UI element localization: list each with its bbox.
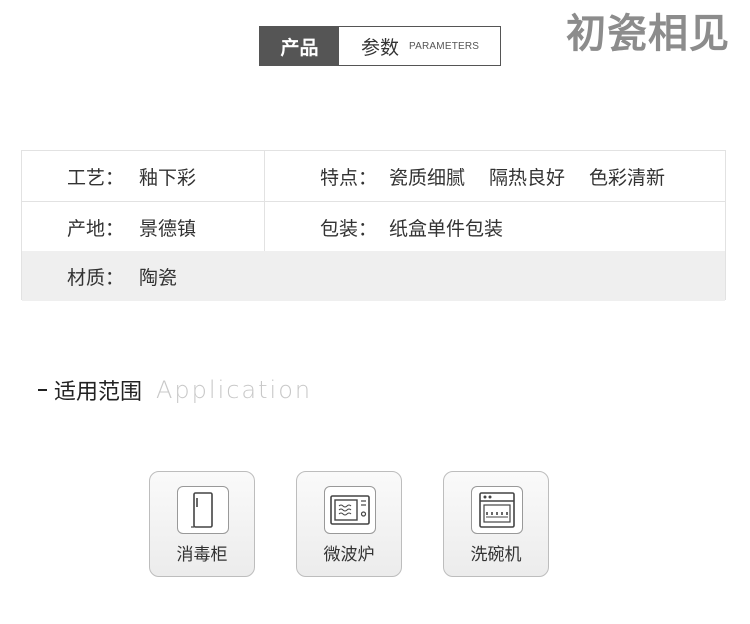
feature-item: 隔热良好 [489, 166, 566, 189]
craft-label: 工艺： [67, 166, 125, 189]
title-dash [38, 389, 47, 391]
application-section-title: 适用范围 Application [38, 372, 312, 408]
header-tab-parameters: 参数 PARAMETERS [339, 27, 500, 65]
features-value: 瓷质细腻 隔热良好 色彩清新 [389, 151, 689, 201]
header-tab-parameters-cn: 参数 [361, 36, 400, 59]
spec-table: 工艺： 釉下彩 特点： 瓷质细腻 隔热良好 色彩清新 产地： 景德镇 包装： 纸… [21, 150, 726, 301]
application-item-microwave: 微波炉 [296, 471, 402, 577]
craft-value: 釉下彩 [139, 166, 197, 189]
origin-label: 产地： [67, 217, 125, 240]
application-item-sterilizer: 消毒柜 [149, 471, 255, 577]
spec-row-craft: 工艺： 釉下彩 特点： 瓷质细腻 隔热良好 色彩清新 [22, 151, 725, 201]
dishwasher-icon [471, 486, 523, 534]
brand-watermark: 初瓷相见 [566, 11, 730, 57]
spec-row-origin: 产地： 景德镇 包装： 纸盒单件包装 [22, 201, 725, 252]
features-label: 特点： [320, 166, 378, 189]
application-title-en: Application [156, 376, 313, 404]
material-label: 材质： [67, 266, 125, 289]
material-value: 陶瓷 [139, 266, 178, 289]
application-item-dishwasher: 洗碗机 [443, 471, 549, 577]
product-parameters-header: 产品 参数 PARAMETERS [259, 26, 501, 66]
header-tab-product: 产品 [260, 27, 339, 65]
feature-item: 瓷质细腻 [389, 166, 466, 189]
header-tab-parameters-en: PARAMETERS [409, 40, 480, 52]
package-label: 包装： [320, 217, 378, 240]
application-title-cn: 适用范围 [54, 380, 143, 405]
feature-item: 色彩清新 [589, 166, 666, 189]
spec-row-material: 材质： 陶瓷 [22, 251, 725, 301]
package-value: 纸盒单件包装 [389, 217, 504, 240]
microwave-icon [324, 486, 376, 534]
application-label: 消毒柜 [176, 545, 228, 565]
application-label: 微波炉 [323, 545, 375, 565]
sterilizer-cabinet-icon [177, 486, 229, 534]
application-label: 洗碗机 [470, 545, 522, 565]
origin-value: 景德镇 [139, 217, 197, 240]
